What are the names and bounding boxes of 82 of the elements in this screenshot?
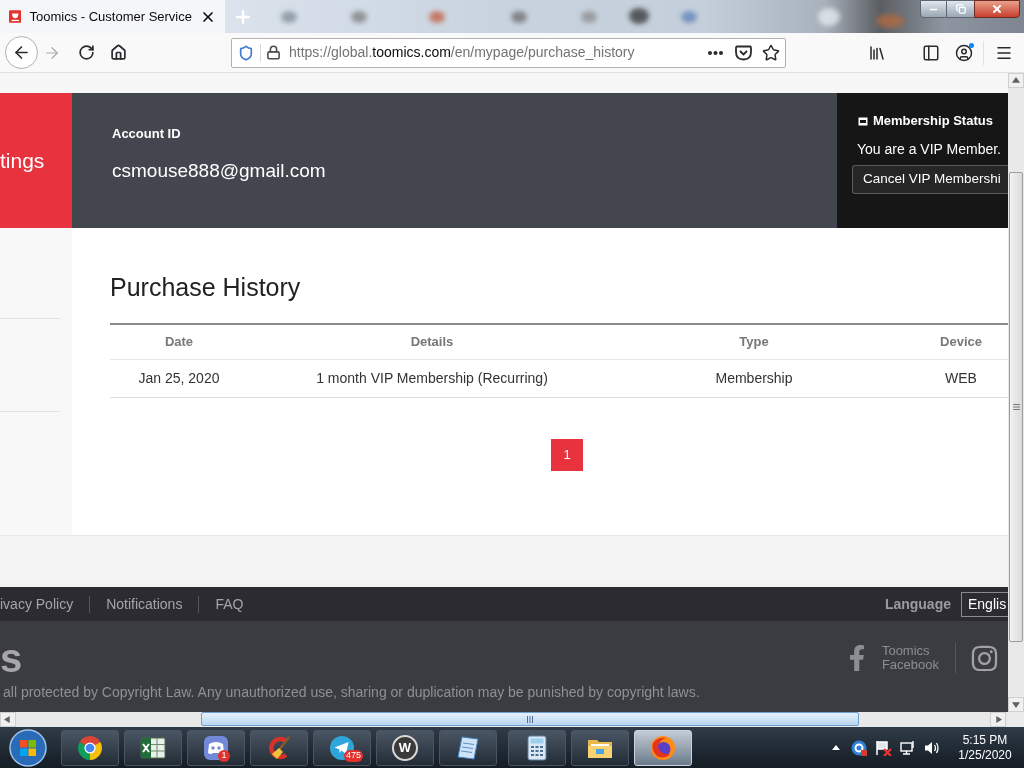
taskbar-button[interactable] <box>61 729 119 766</box>
table-cell-text: 1 month VIP Membership (Recurring) <box>315 369 549 388</box>
taskbar-button[interactable] <box>124 729 182 766</box>
footer-link[interactable]: FAQ <box>215 593 244 615</box>
taskbar-button[interactable] <box>439 729 497 766</box>
triangle-up-icon <box>832 745 840 750</box>
close-icon <box>991 3 1003 15</box>
cancel-membership-button[interactable]: Cancel VIP Membershi <box>852 165 1008 194</box>
language-label: Language <box>884 594 951 614</box>
restore-button[interactable] <box>947 0 974 18</box>
grip-icon <box>1012 404 1020 410</box>
taskbar-button[interactable]: W <box>376 729 434 766</box>
four-color-flag-icon <box>9 728 47 767</box>
spreadsheet-icon <box>140 734 166 761</box>
pocket-icon <box>734 44 752 61</box>
column-header: Device <box>939 333 983 352</box>
flame-globe-icon <box>650 734 676 761</box>
broom-icon <box>266 734 292 761</box>
triangle-up-icon <box>1012 77 1020 84</box>
account-icon <box>955 43 973 62</box>
taskbar-button[interactable] <box>508 729 566 766</box>
sidebar-heading: tings <box>0 147 45 174</box>
flag-error-icon <box>875 739 892 756</box>
taskbar-button[interactable] <box>250 729 308 766</box>
taskbar-button[interactable]: 475 <box>313 729 371 766</box>
reload-icon <box>77 44 95 61</box>
calculator-icon <box>524 734 550 761</box>
start-button[interactable] <box>8 727 48 768</box>
taskbar-button[interactable] <box>571 729 629 766</box>
network-icon <box>900 739 916 756</box>
scroll-up-button[interactable] <box>1008 73 1024 88</box>
library-icon <box>868 43 886 62</box>
back-button[interactable] <box>5 36 38 69</box>
grip-icon <box>527 715 533 723</box>
close-window-button[interactable] <box>974 0 1020 18</box>
column-header: Type <box>738 333 770 352</box>
scroll-left-button[interactable] <box>0 712 16 727</box>
letter-logo: W <box>392 734 418 761</box>
color-wheel-icon <box>77 734 103 761</box>
scrollbar-thumb[interactable] <box>201 712 859 726</box>
shield-icon <box>238 44 254 61</box>
taskbar-button[interactable]: 1 <box>187 729 245 766</box>
ring-badge-icon <box>851 739 867 756</box>
url-text: https://global.toomics.com/en/mypage/purchase_history <box>289 43 636 62</box>
browser-tab[interactable]: Toomics - Customer Service <box>0 0 225 33</box>
triangle-left-icon <box>4 716 12 723</box>
column-header: Date <box>163 333 195 352</box>
favicon-icon <box>9 9 22 24</box>
sidebar-icon <box>922 43 940 62</box>
column-header: Details <box>409 333 455 352</box>
star-icon <box>762 43 780 62</box>
lock-icon <box>266 45 281 60</box>
triangle-right-icon <box>994 716 1002 723</box>
minimize-button[interactable] <box>920 0 947 18</box>
scroll-right-button[interactable] <box>990 712 1006 727</box>
membership-status: You are a VIP Member. <box>856 140 1002 158</box>
copyright-text: all protected by Copyright Law. Any unauthorized use, sharing or duplication may be punished by copyright laws. <box>2 683 701 702</box>
page-button[interactable]: 1 <box>551 439 583 471</box>
table-cell-text: WEB <box>944 369 978 388</box>
account-label: Account ID <box>112 125 182 143</box>
table-cell-text: Membership <box>714 369 794 388</box>
ellipsis-icon <box>707 50 723 55</box>
scroll-down-button[interactable] <box>1008 697 1024 712</box>
taskbar-clock[interactable]: 5:15 PM 1/25/2020 <box>954 732 1016 763</box>
account-email: csmouse888@gmail.com <box>112 159 327 183</box>
restore-icon <box>955 4 966 14</box>
home-icon <box>109 44 127 61</box>
gamepad-icon <box>203 734 229 761</box>
footer-link[interactable]: Notifications <box>106 593 183 615</box>
notepad-icon <box>455 734 481 761</box>
card-icon <box>858 116 868 126</box>
footer-logo: s <box>0 640 23 676</box>
table-cell-text: Jan 25, 2020 <box>137 369 221 388</box>
triangle-down-icon <box>1012 701 1020 708</box>
footer-link[interactable]: ivacy Policy <box>0 593 74 615</box>
scrollbar-thumb[interactable] <box>1009 172 1023 642</box>
url-bar[interactable]: https://global.toomics.com/en/mypage/purchase_history <box>231 37 786 68</box>
page-title: Purchase History <box>110 272 302 302</box>
facebook-link[interactable]: Toomics Facebook <box>881 644 939 672</box>
membership-title: Membership Status <box>873 113 993 129</box>
speaker-icon <box>924 739 940 756</box>
instagram-icon <box>970 643 999 673</box>
